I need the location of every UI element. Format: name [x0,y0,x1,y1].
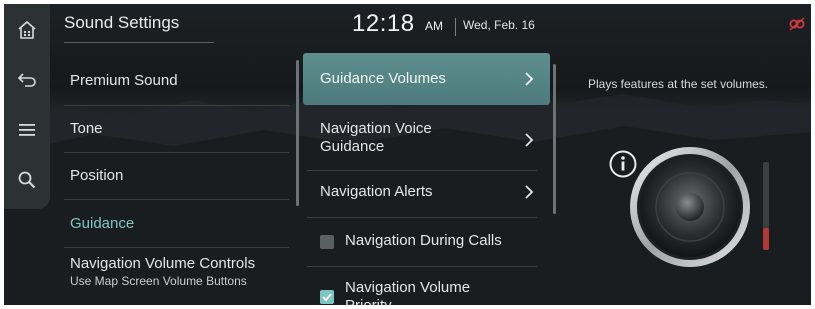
side-rail [4,4,50,209]
category-scrollbar[interactable] [296,60,299,206]
clock-separator [455,18,456,36]
search-icon [18,171,36,189]
home-icon [18,20,36,39]
volume-level-fill [763,228,769,250]
divider [64,105,289,106]
volume-level-bar [763,162,769,250]
option-label: Guidance Volumes [320,70,446,87]
menu-icon [19,124,35,136]
category-tone[interactable]: Tone [70,120,103,137]
search-button[interactable] [4,158,50,202]
category-guidance[interactable]: Guidance [70,215,134,232]
option-label-line2: Priority [345,297,392,305]
navigation-volume-priority-checkbox[interactable] [320,290,334,304]
option-description: Plays features at the set volumes. [588,77,769,91]
sound-settings-screen: Sound Settings 12:18 AM Wed, Feb. 16 Pre… [4,4,811,305]
option-navigation-volume-priority[interactable]: Navigation Volume Priority [303,276,550,305]
category-position[interactable]: Position [70,167,123,184]
clock-date: Wed, Feb. 16 [463,18,535,32]
option-navigation-alerts[interactable]: Navigation Alerts [303,176,550,208]
clock-ampm: AM [425,19,443,33]
option-navigation-during-calls[interactable]: Navigation During Calls [303,226,550,258]
page-title: Sound Settings [64,13,180,32]
option-label-line1: Navigation Volume [345,279,471,296]
home-button[interactable] [4,8,50,52]
chevron-right-icon [525,72,534,86]
connection-status-icon [789,17,805,31]
divider [307,170,537,171]
category-premium-sound[interactable]: Premium Sound [70,72,178,89]
title-underline [64,42,214,43]
divider [64,152,289,153]
category-navigation-volume-controls-sublabel: Use Map Screen Volume Buttons [70,274,247,288]
option-guidance-volumes[interactable]: Guidance Volumes [303,53,550,105]
options-scrollbar[interactable] [553,64,556,214]
divider [307,217,537,218]
option-label: Navigation Alerts [320,183,433,200]
navigation-during-calls-checkbox[interactable] [320,235,334,249]
speaker-icon [630,147,750,267]
divider [64,199,289,200]
category-navigation-volume-controls[interactable]: Navigation Volume Controls [70,255,255,272]
chevron-right-icon [525,133,534,147]
chevron-right-icon [525,185,534,199]
back-button[interactable] [4,58,50,102]
option-label: Navigation During Calls [345,232,502,249]
option-navigation-voice-guidance[interactable]: Navigation Voice Guidance [303,116,550,164]
option-label-line1: Navigation Voice [320,120,432,137]
divider [64,247,289,248]
clock-time: 12:18 [352,10,415,37]
checkmark-icon [322,293,332,302]
divider [307,266,537,267]
menu-button[interactable] [4,108,50,152]
back-icon [17,73,36,87]
option-label-line2: Guidance [320,138,385,155]
